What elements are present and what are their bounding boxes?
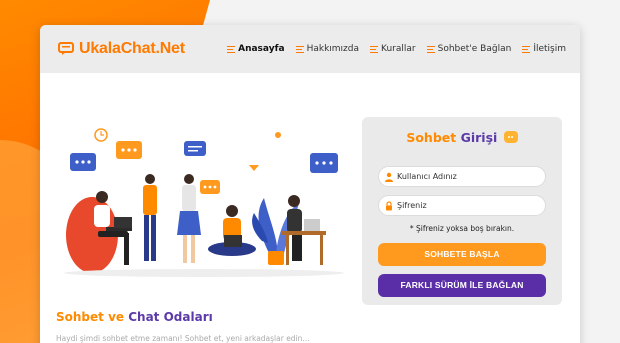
login-title-part1: Sohbet: [406, 130, 457, 145]
start-chat-button[interactable]: SOHBETE BAŞLA: [378, 243, 546, 266]
username-input[interactable]: [397, 172, 537, 181]
password-input[interactable]: [397, 201, 537, 210]
lock-icon: [386, 200, 392, 210]
section-title-part2: Chat Odaları: [128, 310, 213, 324]
chat-bubble-icon: [116, 141, 142, 159]
nav-item-label: Hakkımızda: [306, 44, 360, 54]
site-header: UkalaChat.Net Anasayfa Hakkımızda Kurall…: [40, 25, 580, 73]
login-panel: Sohbet Girişi * Şifreniz yoksa boş bırak…: [362, 117, 562, 305]
nav-item-label: Anasayfa: [238, 44, 285, 54]
people-chatting-illustration: [64, 128, 344, 277]
main-card: UkalaChat.Net Anasayfa Hakkımızda Kurall…: [40, 25, 580, 343]
nav-item-connect[interactable]: Sohbet'e Bağlan: [426, 44, 512, 54]
username-field[interactable]: [378, 166, 546, 187]
chat-bubble-icon: [200, 180, 220, 194]
site-logo[interactable]: UkalaChat.Net: [58, 40, 185, 58]
nav-item-contact[interactable]: İletişim: [522, 44, 566, 54]
chat-bubble-icon: [184, 141, 206, 156]
nav-item-about[interactable]: Hakkımızda: [295, 44, 360, 54]
main-nav: Anasayfa Hakkımızda Kurallar Sohbet'e Ba…: [227, 44, 566, 54]
password-hint: * Şifreniz yoksa boş bırakın.: [409, 224, 515, 233]
section-intro-text: Haydi şimdi sohbet etme zamanı! Sohbet e…: [56, 334, 310, 343]
menu-lines-icon: [227, 45, 236, 53]
nav-item-label: Kurallar: [381, 44, 416, 54]
nav-item-label: İletişim: [533, 44, 566, 54]
chat-bubble-icon: [70, 153, 96, 171]
login-title: Sohbet Girişi: [362, 130, 562, 145]
password-field[interactable]: [378, 195, 546, 216]
mail-icon: [249, 165, 259, 171]
nav-item-rules[interactable]: Kurallar: [370, 44, 416, 54]
site-logo-text: UkalaChat.Net: [79, 40, 185, 57]
menu-lines-icon: [522, 45, 531, 53]
user-icon: [385, 172, 393, 182]
chat-badge-icon: [503, 131, 518, 143]
login-title-part2: Girişi: [460, 130, 498, 145]
chat-bubble-icon: [310, 153, 338, 173]
nav-item-label: Sohbet'e Bağlan: [437, 44, 512, 54]
menu-lines-icon: [370, 45, 379, 53]
nav-item-home[interactable]: Anasayfa: [227, 44, 285, 54]
alternate-version-button[interactable]: FARKLI SÜRÜM İLE BAĞLAN: [378, 274, 546, 297]
chat-bubble-icon: [58, 42, 74, 55]
menu-lines-icon: [295, 45, 304, 53]
menu-lines-icon: [426, 45, 435, 53]
section-title: Sohbet ve Chat Odaları: [56, 310, 213, 324]
section-title-part1: Sohbet ve: [56, 310, 125, 324]
